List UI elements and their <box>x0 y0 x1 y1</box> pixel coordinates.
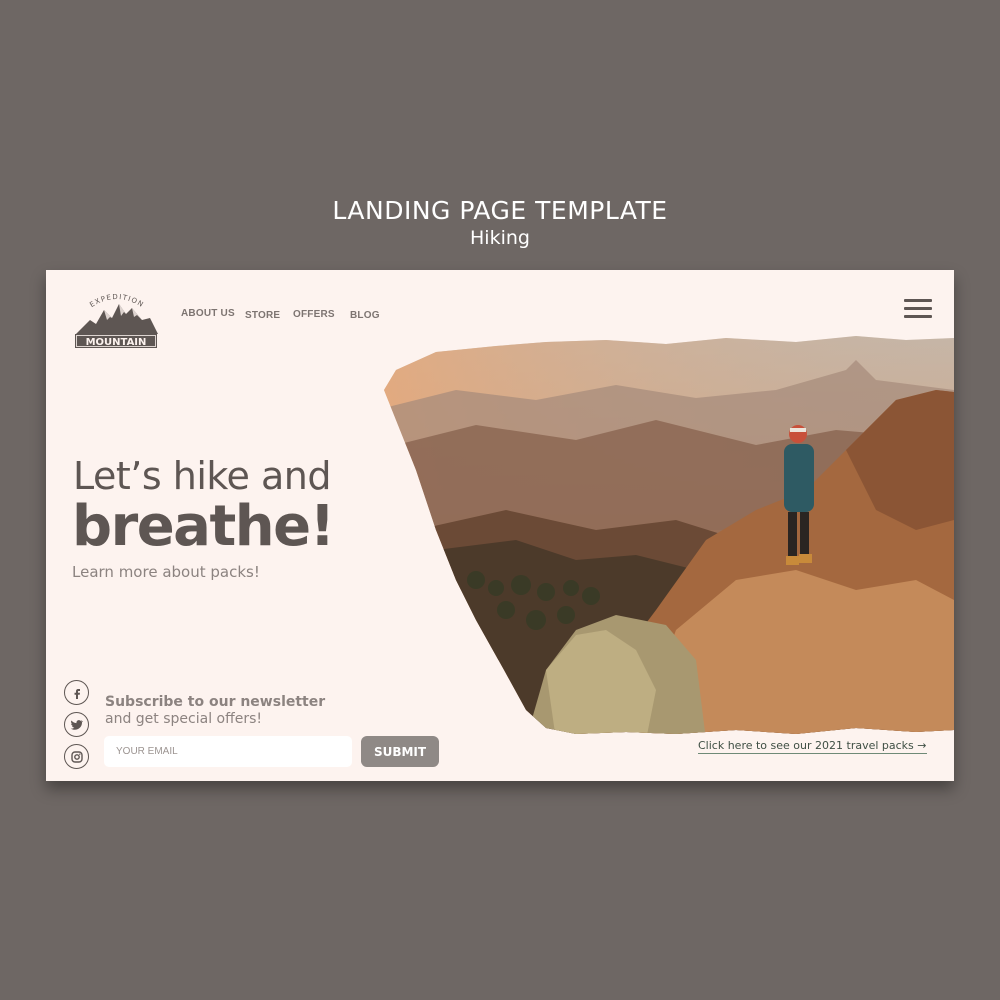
twitter-icon[interactable] <box>64 712 89 737</box>
nav-offers[interactable]: OFFERS <box>293 309 335 320</box>
expedition-mountain-logo[interactable]: EXPEDITION MOUNTAIN <box>74 290 158 352</box>
template-subtitle: Hiking <box>470 227 530 249</box>
hero-headline-line1: Let’s hike and <box>73 454 331 498</box>
nav-blog[interactable]: BLOG <box>350 310 380 321</box>
email-input[interactable] <box>104 736 352 767</box>
newsletter-subheading: and get special offers! <box>105 711 263 727</box>
nav-about-us[interactable]: ABOUT US <box>181 308 235 319</box>
nav-store[interactable]: STORE <box>245 310 280 321</box>
learn-more-link[interactable]: Learn more about packs! <box>72 563 260 581</box>
newsletter-heading: Subscribe to our newsletter <box>105 694 326 710</box>
instagram-icon[interactable] <box>64 744 89 769</box>
template-heading: LANDING PAGE TEMPLATE Hiking <box>0 196 1000 249</box>
hamburger-menu-icon[interactable] <box>904 299 932 319</box>
hero-photo <box>384 336 954 734</box>
svg-text:EXPEDITION: EXPEDITION <box>88 293 145 309</box>
submit-button[interactable]: SUBMIT <box>361 736 439 767</box>
facebook-icon[interactable] <box>64 680 89 705</box>
landing-page-card: EXPEDITION MOUNTAIN ABOUT US STORE OFFER… <box>46 270 954 781</box>
logo-top-text: EXPEDITION <box>88 293 144 309</box>
travel-packs-link[interactable]: Click here to see our 2021 travel packs … <box>698 739 927 754</box>
hero-headline-line2: breathe! <box>72 494 335 559</box>
template-title: LANDING PAGE TEMPLATE <box>332 196 668 225</box>
logo-name: MOUNTAIN <box>86 337 147 348</box>
